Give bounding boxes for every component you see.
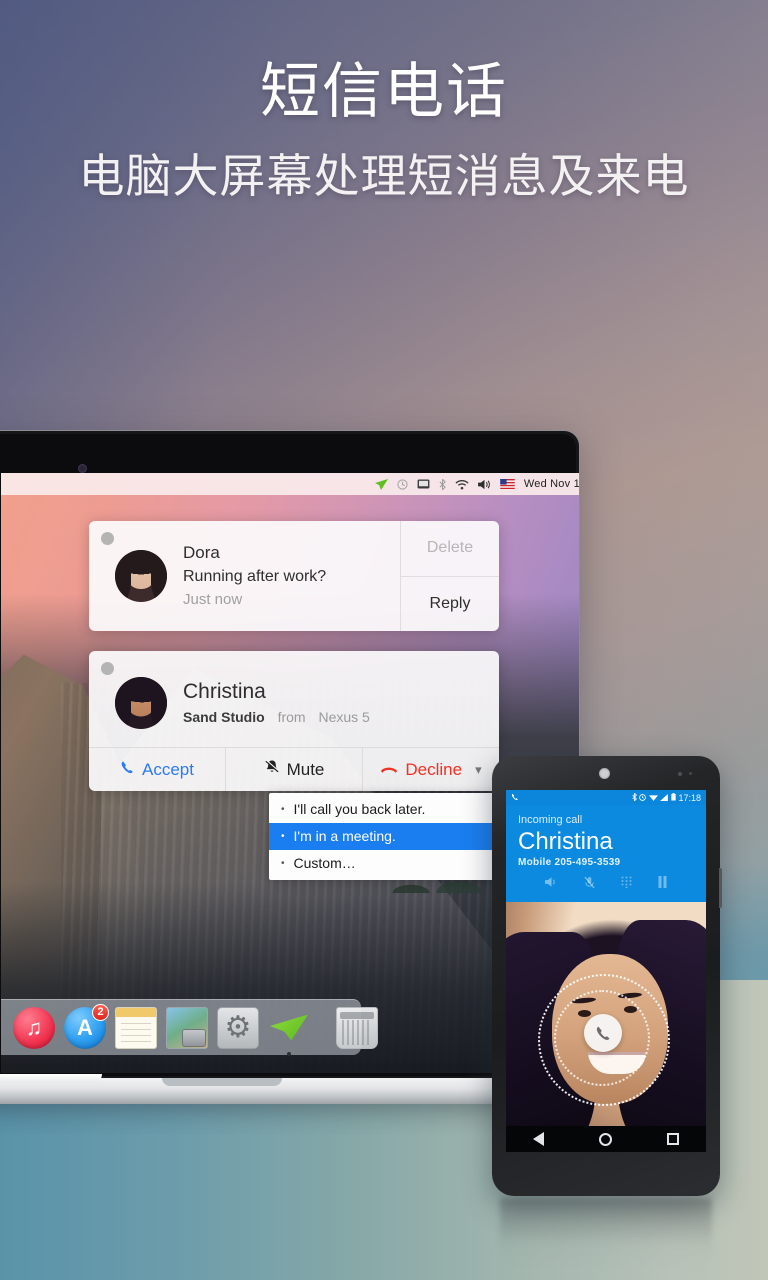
page-subtitle: 电脑大屏幕处理短消息及来电 <box>78 150 690 202</box>
mute-button[interactable]: Mute <box>225 748 362 791</box>
laptop-notch <box>162 1078 282 1086</box>
notification-content: Dora Running after work? Just now <box>89 521 400 631</box>
decline-reply-dropdown[interactable]: • I'll call you back later. • I'm in a m… <box>269 793 497 880</box>
dropdown-item-custom[interactable]: • Custom… <box>269 850 497 877</box>
notification-card-call[interactable]: Christina Sand Studio from Nexus 5 Accep… <box>89 651 499 791</box>
back-icon[interactable] <box>533 1132 545 1146</box>
recents-icon[interactable] <box>666 1133 679 1145</box>
phone-sensor-icon <box>678 772 682 776</box>
caller-photo <box>506 902 706 1139</box>
dropdown-item-call-back[interactable]: • I'll call you back later. <box>269 796 497 823</box>
notification-close-icon[interactable] <box>101 532 114 545</box>
keypad-icon[interactable] <box>621 876 632 892</box>
phone-mockup: 17:18 Incoming call Christina Mobile 205… <box>492 756 722 1196</box>
trash-icon[interactable] <box>336 1006 378 1049</box>
status-clock: 17:18 <box>678 792 701 803</box>
bluetooth-icon[interactable] <box>439 478 446 490</box>
notification-timestamp: Just now <box>183 590 243 608</box>
phone-icon <box>120 760 135 780</box>
decline-label: Decline <box>405 759 463 779</box>
accept-button[interactable]: Accept <box>89 748 225 791</box>
notification-close-icon[interactable] <box>101 662 114 675</box>
bullet-icon: • <box>281 831 285 842</box>
phone-power-button[interactable] <box>719 868 722 908</box>
itunes-icon[interactable] <box>13 1006 55 1049</box>
dropdown-item-label: I'll call you back later. <box>293 801 426 817</box>
notification-actions: Delete Reply <box>400 521 499 631</box>
call-action-bar: Accept Mute Decline ▾ <box>89 747 499 791</box>
incoming-call-panel: Incoming call Christina Mobile 205-495-3… <box>506 805 706 903</box>
bullet-icon: • <box>281 858 285 869</box>
incoming-call-label: Incoming call <box>518 814 583 826</box>
wifi-icon <box>648 793 658 803</box>
android-nav-bar[interactable] <box>506 1126 706 1152</box>
bell-mute-icon <box>264 759 280 780</box>
alarm-icon <box>639 793 647 803</box>
caller-name: Christina <box>183 679 266 703</box>
accept-label: Accept <box>142 759 194 779</box>
mac-menu-bar[interactable]: Wed Nov 19 17:18 <box>1 473 579 495</box>
notification-sender: Dora <box>183 543 220 563</box>
speaker-icon[interactable] <box>545 876 558 892</box>
display-icon[interactable] <box>417 479 430 489</box>
page-title: 短信电话 <box>260 58 508 125</box>
chevron-down-icon[interactable]: ▾ <box>475 762 482 778</box>
volume-icon[interactable] <box>477 479 491 490</box>
laptop-lip <box>0 1074 102 1083</box>
bullet-icon: • <box>281 804 285 815</box>
reply-button[interactable]: Reply <box>401 575 499 632</box>
notification-card-message[interactable]: Dora Running after work? Just now Delete… <box>89 521 499 631</box>
phone-camera-icon <box>599 768 610 779</box>
caller-number: Mobile 205-495-3539 <box>518 857 621 869</box>
phone-icon <box>511 793 519 803</box>
call-notification-content: Christina Sand Studio from Nexus 5 <box>89 651 499 747</box>
phone-screen: 17:18 Incoming call Christina Mobile 205… <box>506 790 706 1152</box>
wifi-icon[interactable] <box>455 479 469 490</box>
time-machine-icon[interactable] <box>397 478 408 490</box>
signal-icon <box>660 793 669 803</box>
phone-reflection <box>500 1198 712 1268</box>
dropdown-item-label: Custom… <box>293 855 356 871</box>
pause-icon[interactable] <box>658 876 667 892</box>
notification-message: Running after work? <box>183 567 327 585</box>
avatar <box>115 677 167 729</box>
android-status-bar: 17:18 <box>506 790 706 805</box>
caller-name: Christina <box>518 827 613 855</box>
caller-source: Sand Studio from Nexus 5 <box>183 706 370 728</box>
mute-icon[interactable] <box>584 876 595 892</box>
mute-label: Mute <box>286 759 325 779</box>
webcam-icon <box>78 464 87 473</box>
app-name: Sand Studio <box>183 708 265 725</box>
bluetooth-icon <box>632 792 637 803</box>
dropdown-item-label: I'm in a meeting. <box>293 828 396 844</box>
hero-headings: 短信电话 电脑大屏幕处理短消息及来电 <box>0 0 768 202</box>
avatar <box>115 550 167 602</box>
app-store-badge: 2 <box>92 1003 109 1021</box>
running-indicator-dot <box>287 1051 291 1056</box>
airdroid-green-arrow-icon[interactable] <box>374 478 388 490</box>
app-store-icon[interactable]: 2 <box>64 1003 109 1049</box>
menu-bar-clock[interactable]: Wed Nov 19 17:18 <box>524 478 579 490</box>
battery-icon <box>671 792 676 803</box>
delete-button[interactable]: Delete <box>401 521 499 576</box>
airdroid-icon[interactable] <box>268 1007 310 1056</box>
from-label: from <box>277 708 306 725</box>
us-flag-icon[interactable] <box>500 479 515 489</box>
phone-sensor-secondary-icon <box>689 772 692 775</box>
call-controls <box>518 868 694 896</box>
home-icon[interactable] <box>598 1132 612 1146</box>
hangup-icon <box>380 760 398 780</box>
notes-icon[interactable] <box>115 1006 157 1049</box>
dropdown-item-in-meeting[interactable]: • I'm in a meeting. <box>269 823 497 850</box>
device-name: Nexus 5 <box>318 708 370 725</box>
system-preferences-icon[interactable] <box>217 1006 259 1049</box>
decline-button[interactable]: Decline ▾ <box>362 748 499 791</box>
mac-dock[interactable]: 2 <box>1 999 378 1056</box>
image-capture-icon[interactable] <box>166 1006 208 1049</box>
